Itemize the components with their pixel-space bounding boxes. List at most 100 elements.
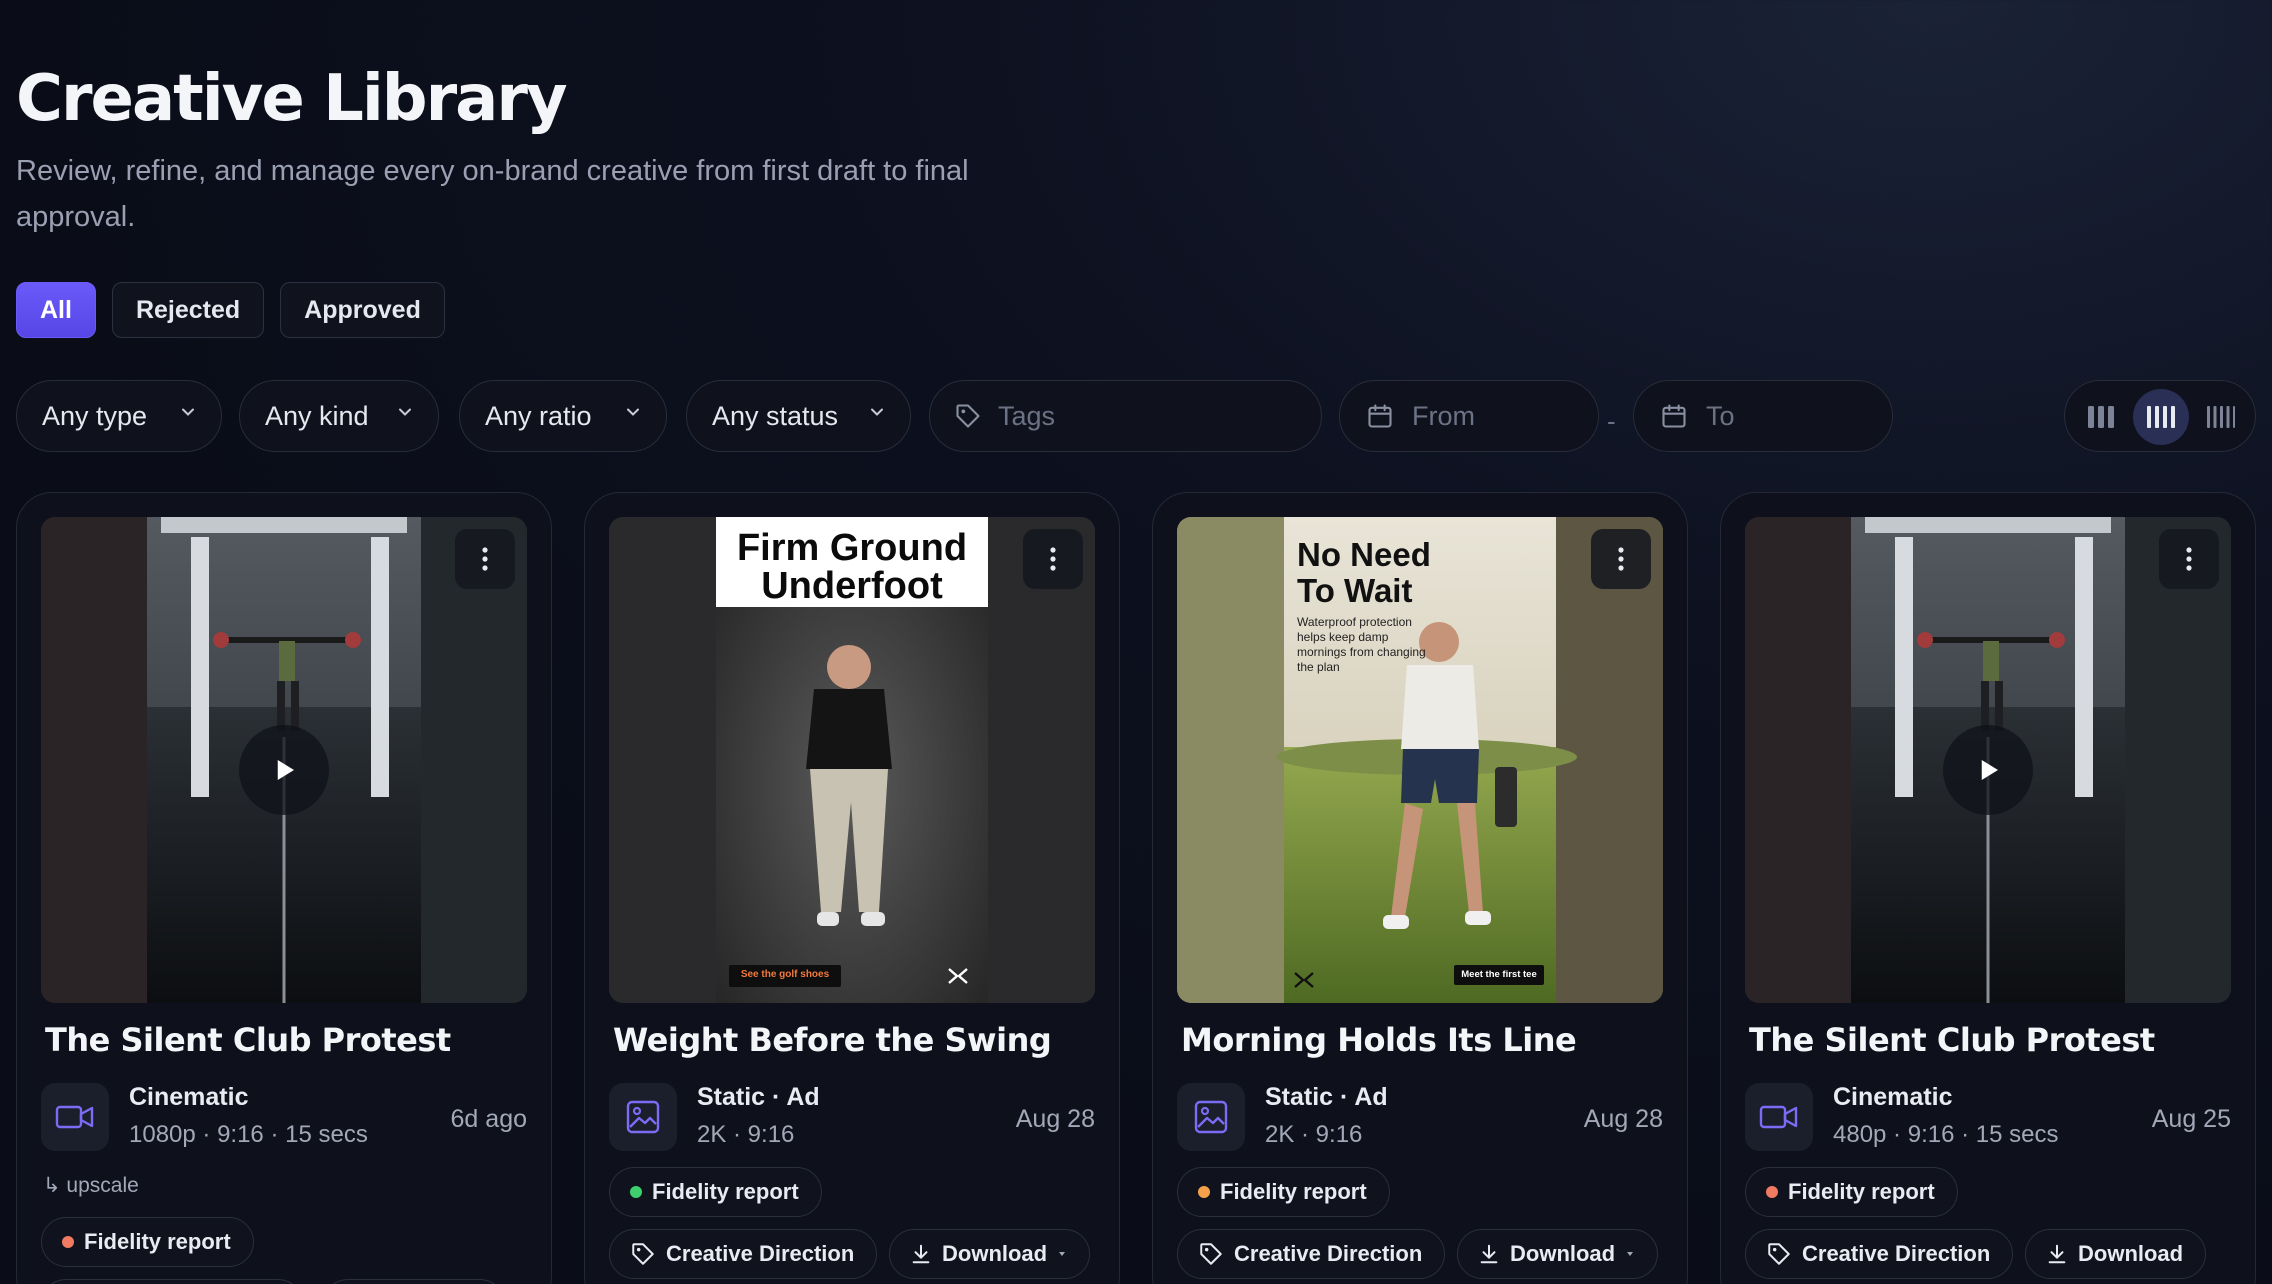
play-icon: [277, 760, 294, 780]
creative-date: Aug 25: [2151, 1105, 2231, 1133]
media-type-badge: [1745, 1083, 1813, 1151]
lineage-label: ↳ upscale: [43, 1174, 139, 1197]
three-columns-icon: [2088, 406, 2114, 428]
page-subtitle: Review, refine, and manage every on-bran…: [16, 155, 969, 233]
download-label: Download: [2078, 1241, 2184, 1266]
tab-all[interactable]: All: [16, 282, 96, 338]
card-title: The Silent Club Protest: [45, 1021, 451, 1059]
chevron-down-icon: [871, 408, 883, 416]
creative-direction-label: Creative Direction: [666, 1241, 855, 1266]
media-type-badge: [609, 1083, 677, 1151]
to-date-input[interactable]: To: [1633, 380, 1893, 452]
four-columns-icon: [2147, 406, 2175, 428]
media-type-badge: [1177, 1083, 1245, 1151]
more-vertical-icon: [482, 547, 488, 571]
tab-approved[interactable]: Approved: [280, 282, 445, 338]
creative-direction-button[interactable]: Creative Direction: [609, 1229, 878, 1279]
card-title: The Silent Club Protest: [1749, 1021, 2155, 1059]
status-filter-label: Any status: [712, 400, 839, 431]
four-column-view-button[interactable]: [2133, 389, 2189, 445]
ad-headline: Firm Ground Underfoot: [736, 529, 968, 601]
fidelity-report-chip[interactable]: Fidelity report: [41, 1217, 254, 1267]
tab-rejected[interactable]: Rejected: [111, 282, 265, 338]
ratio-filter-dropdown[interactable]: Any ratio: [459, 380, 667, 452]
ad-headline: No Need To Wait: [1297, 536, 1431, 609]
three-column-view-button[interactable]: [2073, 389, 2129, 445]
action-chip-partial[interactable]: [323, 1279, 505, 1284]
download-button[interactable]: Download: [2025, 1229, 2207, 1279]
chevron-down-icon: [399, 408, 411, 416]
creative-direction-label: Creative Direction: [1234, 1241, 1423, 1266]
card-title: Morning Holds Its Line: [1181, 1021, 1577, 1059]
creative-card[interactable]: No Need To Wait Waterproof protection he…: [1152, 492, 1688, 1284]
image-icon: [626, 1100, 660, 1134]
download-icon: [1480, 1244, 1498, 1264]
tag-icon: [956, 404, 980, 428]
type-filter-label: Any type: [42, 400, 148, 431]
play-icon: [1981, 760, 1998, 780]
video-camera-icon: [55, 1105, 94, 1129]
creative-direction-label: Creative Direction: [1802, 1241, 1991, 1266]
tags-placeholder: Tags: [998, 400, 1056, 431]
filter-bar: Any type Any kind Any ratio Any status T…: [16, 380, 2256, 452]
type-filter-dropdown[interactable]: Any type: [16, 380, 222, 452]
play-button[interactable]: [239, 725, 329, 815]
kind-filter-dropdown[interactable]: Any kind: [239, 380, 439, 452]
image-icon: [1194, 1100, 1228, 1134]
more-vertical-icon: [2186, 547, 2192, 571]
grid-density-toggle: [2064, 380, 2256, 452]
creative-kind: Cinematic: [129, 1083, 249, 1111]
status-dot: [1766, 1186, 1778, 1198]
creative-card[interactable]: Firm Ground Underfoot See the golf shoes…: [584, 492, 1120, 1284]
kind-filter-label: Any kind: [265, 400, 369, 431]
image-thumbnail[interactable]: No Need To Wait Waterproof protection he…: [1177, 517, 1663, 1003]
creative-kind: Static · Ad: [697, 1083, 820, 1111]
tag-icon: [1768, 1243, 1790, 1265]
download-icon: [912, 1244, 930, 1264]
tags-input[interactable]: Tags: [929, 380, 1322, 452]
tag-icon: [1200, 1243, 1222, 1265]
fidelity-report-label: Fidelity report: [1220, 1179, 1367, 1204]
download-icon: [2048, 1244, 2066, 1264]
page-title: Creative Library: [16, 62, 568, 136]
creative-library-page: Creative Library Review, refine, and man…: [16, 0, 2256, 1284]
creative-specs: 480p · 9:16 · 15 secs: [1833, 1121, 2059, 1148]
fidelity-report-chip[interactable]: Fidelity report: [1177, 1167, 1390, 1217]
five-column-view-button[interactable]: [2193, 389, 2249, 445]
calendar-icon: [1368, 404, 1392, 428]
video-camera-icon: [1759, 1105, 1798, 1129]
fidelity-report-chip[interactable]: Fidelity report: [609, 1167, 822, 1217]
creative-direction-button[interactable]: Creative Direction: [1745, 1229, 2014, 1279]
video-thumbnail[interactable]: [1745, 517, 2231, 1003]
chevron-down-icon: [182, 408, 194, 416]
from-date-input[interactable]: From: [1339, 380, 1599, 452]
caret-down-icon: [1059, 1252, 1066, 1256]
action-chip-partial[interactable]: [41, 1279, 303, 1284]
status-tabs: All Rejected Approved: [16, 282, 445, 338]
creative-specs: 1080p · 9:16 · 15 secs: [129, 1121, 368, 1148]
creative-direction-button[interactable]: Creative Direction: [1177, 1229, 1446, 1279]
image-thumbnail[interactable]: Firm Ground Underfoot See the golf shoes: [609, 517, 1095, 1003]
card-menu-button[interactable]: [1023, 529, 1083, 589]
creative-card[interactable]: The Silent Club Protest Cinematic 1080p …: [16, 492, 552, 1284]
download-label: Download: [942, 1241, 1048, 1266]
creative-kind: Static · Ad: [1265, 1083, 1388, 1111]
status-dot: [62, 1236, 74, 1248]
status-filter-dropdown[interactable]: Any status: [686, 380, 911, 452]
card-menu-button[interactable]: [2159, 529, 2219, 589]
more-vertical-icon: [1050, 547, 1056, 571]
fidelity-report-chip[interactable]: Fidelity report: [1745, 1167, 1958, 1217]
fidelity-report-label: Fidelity report: [1788, 1179, 1935, 1204]
video-thumbnail[interactable]: [41, 517, 527, 1003]
card-menu-button[interactable]: [1591, 529, 1651, 589]
caret-down-icon: [1627, 1252, 1634, 1256]
download-button[interactable]: Download: [889, 1229, 1091, 1279]
more-vertical-icon: [1618, 547, 1624, 571]
fidelity-report-label: Fidelity report: [652, 1179, 799, 1204]
play-button[interactable]: [1943, 725, 2033, 815]
creative-card[interactable]: The Silent Club Protest Cinematic 480p ·…: [1720, 492, 2256, 1284]
download-button[interactable]: Download: [1457, 1229, 1659, 1279]
creative-specs: 2K · 9:16: [1265, 1121, 1363, 1148]
card-menu-button[interactable]: [455, 529, 515, 589]
fidelity-report-label: Fidelity report: [84, 1229, 231, 1254]
